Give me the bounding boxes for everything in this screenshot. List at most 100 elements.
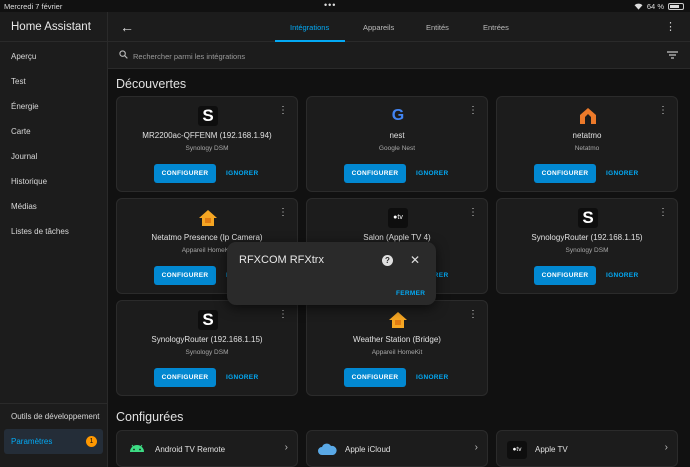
config-dialog: RFXCOM RFXtrx ? ✕ FERMER (227, 242, 436, 305)
configured-label: Android TV Remote (155, 445, 226, 454)
card-name: SynologyRouter (192.168.1.15) (531, 233, 643, 242)
search-input[interactable]: Rechercher parmi les intégrations (133, 52, 245, 61)
ignore-button[interactable]: IGNORER (606, 170, 638, 177)
discovered-card: S ⋮ SynologyRouter (192.168.1.15) Synolo… (496, 198, 678, 294)
google-icon: G (391, 107, 405, 124)
discovered-card: S ⋮ MR2200ac-QFFENM (192.168.1.94) Synol… (116, 96, 298, 192)
synology-icon: S (198, 310, 218, 330)
dialog-title: RFXCOM RFXtrx (239, 254, 324, 266)
sidebar-item-medias[interactable]: Médias (0, 194, 107, 219)
configure-button[interactable]: CONFIGURER (534, 266, 596, 285)
card-subtitle: Synology DSM (565, 247, 609, 254)
help-icon[interactable]: ? (382, 255, 393, 266)
tab-integrations[interactable]: Intégrations (290, 23, 329, 32)
sidebar-item-dev-tools[interactable]: Outils de développement (0, 404, 107, 429)
card-menu-icon[interactable]: ⋮ (468, 208, 478, 218)
sidebar-item-journal[interactable]: Journal (0, 144, 107, 169)
configured-card-apple-tv[interactable]: ●tv Apple TV › (496, 430, 678, 467)
card-menu-icon[interactable]: ⋮ (278, 208, 288, 218)
apple-tv-icon: ●tv (388, 208, 408, 228)
tab-appareils[interactable]: Appareils (363, 23, 394, 32)
status-right: 64 % (634, 2, 684, 11)
configure-button[interactable]: CONFIGURER (344, 368, 406, 387)
ignore-button[interactable]: IGNORER (606, 272, 638, 279)
chevron-right-icon: › (664, 442, 668, 453)
card-menu-icon[interactable]: ⋮ (278, 106, 288, 116)
ignore-button[interactable]: IGNORER (226, 374, 258, 381)
card-name: Salon (Apple TV 4) (363, 233, 431, 242)
card-menu-icon[interactable]: ⋮ (278, 310, 288, 320)
battery-icon (668, 3, 684, 10)
configured-card-android-tv[interactable]: Android TV Remote › (116, 430, 298, 467)
configure-button[interactable]: CONFIGURER (154, 368, 216, 387)
filter-icon[interactable] (667, 51, 678, 59)
sidebar-item-listes[interactable]: Listes de tâches (0, 219, 107, 244)
overflow-menu-icon[interactable]: ⋮ (665, 20, 676, 33)
sidebar-item-energie[interactable]: Énergie (0, 94, 107, 119)
configure-button[interactable]: CONFIGURER (154, 164, 216, 183)
top-bar: ← Intégrations Appareils Entités Entrées… (108, 12, 690, 42)
chevron-right-icon: › (474, 442, 478, 453)
notification-badge: 1 (86, 436, 97, 447)
status-date: Mercredi 7 février (4, 2, 63, 11)
discovered-card: G ⋮ nest Google Nest CONFIGURER IGNORER (306, 96, 488, 192)
discovered-card: S ⋮ SynologyRouter (192.168.1.15) Synolo… (116, 300, 298, 396)
card-menu-icon[interactable]: ⋮ (658, 106, 668, 116)
sidebar-item-test[interactable]: Test (0, 69, 107, 94)
synology-icon: S (198, 106, 218, 126)
card-name: Netatmo Presence (Ip Camera) (151, 233, 263, 242)
card-subtitle: Synology DSM (185, 145, 229, 152)
multitasking-dots: ••• (324, 0, 337, 10)
card-name: netatmo (572, 131, 602, 140)
homekit-icon (199, 210, 217, 226)
homekit-icon (389, 312, 407, 328)
discovered-card: ⋮ Weather Station (Bridge) Appareil Home… (306, 300, 488, 396)
synology-icon: S (578, 208, 598, 228)
ios-status-bar: Mercredi 7 février ••• 64 % (0, 0, 690, 12)
section-title-configured: Configurées (116, 410, 184, 424)
ignore-button[interactable]: IGNORER (226, 170, 258, 177)
configured-label: Apple TV (535, 445, 568, 454)
sidebar-item-carte[interactable]: Carte (0, 119, 107, 144)
sidebar-item-settings-label: Paramètres (11, 437, 53, 446)
card-subtitle: Synology DSM (185, 349, 229, 356)
card-subtitle: Google Nest (378, 145, 416, 152)
configure-button[interactable]: CONFIGURER (534, 164, 596, 183)
chevron-right-icon: › (284, 442, 288, 453)
card-name: SynologyRouter (192.168.1.15) (151, 335, 263, 344)
tab-entites[interactable]: Entités (426, 23, 449, 32)
battery-percent: 64 % (646, 2, 664, 11)
sidebar-item-settings[interactable]: Paramètres 1 (4, 429, 103, 454)
configure-button[interactable]: CONFIGURER (154, 266, 216, 285)
ignore-button[interactable]: IGNORER (416, 170, 448, 177)
configured-label: Apple iCloud (345, 445, 391, 454)
card-name: MR2200ac-QFFENM (192.168.1.94) (142, 131, 272, 140)
configured-card-icloud[interactable]: Apple iCloud › (306, 430, 488, 467)
card-name: nest (389, 131, 405, 140)
ignore-button[interactable]: IGNORER (416, 374, 448, 381)
sidebar-item-historique[interactable]: Historique (0, 169, 107, 194)
icloud-icon (318, 443, 337, 455)
discovered-card: ⋮ netatmo Netatmo CONFIGURER IGNORER (496, 96, 678, 192)
sidebar-item-apercu[interactable]: Aperçu (0, 44, 107, 69)
close-icon[interactable]: ✕ (410, 253, 420, 267)
netatmo-icon (580, 108, 596, 124)
section-title-discovered: Découvertes (116, 77, 187, 91)
tab-entrees[interactable]: Entrées (483, 23, 509, 32)
sidebar-title: Home Assistant (0, 12, 107, 42)
wifi-icon (634, 3, 643, 10)
android-icon (130, 444, 144, 452)
apple-tv-icon: ●tv (507, 441, 527, 459)
card-subtitle: Appareil HomeKit (371, 349, 423, 356)
search-icon (119, 50, 128, 59)
search-bar: Rechercher parmi les intégrations (108, 42, 690, 69)
card-menu-icon[interactable]: ⋮ (468, 106, 478, 116)
card-name: Weather Station (Bridge) (353, 335, 441, 344)
card-subtitle: Netatmo (574, 145, 600, 152)
dialog-close-button[interactable]: FERMER (396, 290, 425, 297)
card-menu-icon[interactable]: ⋮ (658, 208, 668, 218)
card-menu-icon[interactable]: ⋮ (468, 310, 478, 320)
back-arrow-icon[interactable]: ← (120, 19, 134, 35)
sidebar: Home Assistant Aperçu Test Énergie Carte… (0, 12, 108, 467)
configure-button[interactable]: CONFIGURER (344, 164, 406, 183)
